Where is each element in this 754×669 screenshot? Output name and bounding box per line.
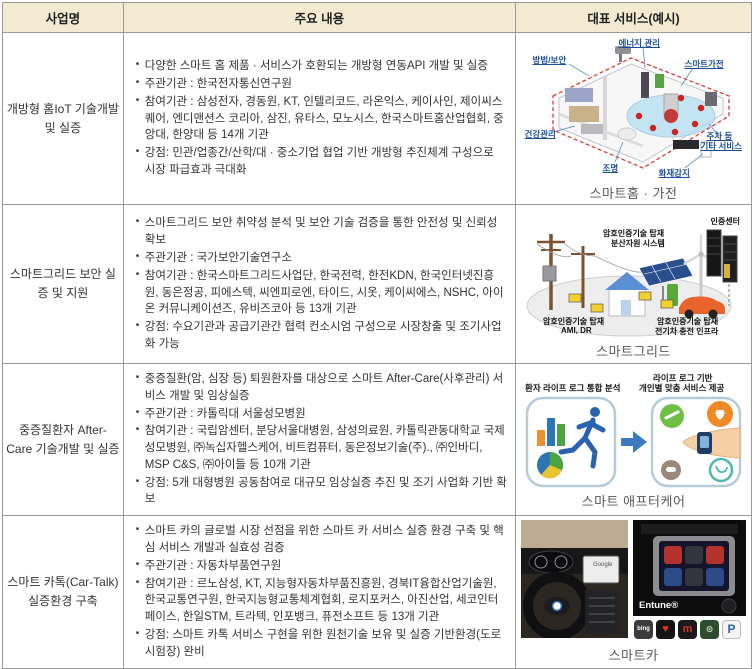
bullet-item: 주관기관 : 국가보안기술연구소	[136, 250, 507, 267]
label-fire: 화재감지	[659, 167, 690, 179]
car-screen-text: Google	[593, 562, 612, 568]
app-icon-row: bing ♥ m ⊙ P	[634, 620, 741, 639]
bullet-list: 스마트 카의 글로벌 시장 선점을 위한 스마트 카 서비스 실증 환경 구축 …	[136, 523, 507, 660]
label-lighting: 조명	[603, 162, 619, 174]
project-details: 스마트그리드 보안 취약성 분석 및 보안 기술 검증을 통한 안전성 및 신뢰…	[123, 205, 515, 364]
table-row-home-iot: 개방형 홈IoT 기술개발 및 실증 다양한 스마트 홈 제품 · 서비스가 호…	[3, 33, 752, 205]
bullet-item: 강점: 5개 대형병원 공동참여로 대규모 임상실증 추진 및 조기 사업화 기…	[136, 475, 507, 509]
smart-car-illustration: Google	[521, 520, 746, 644]
bmw-roundel-icon	[553, 601, 562, 610]
bullet-item: 강점: 수요기관과 공급기관간 협력 컨소시엄 구성으로 시장창출 및 조기사업…	[136, 319, 507, 353]
label-lifelog-analysis: 환자 라이프 로그 통합 분석	[525, 382, 620, 394]
pandora-app-icon: P	[722, 620, 741, 639]
bullet-list: 스마트그리드 보안 취약성 분석 및 보안 기술 검증을 통한 안전성 및 신뢰…	[136, 215, 507, 352]
project-details: 중증질환(암, 심장 등) 퇴원환자를 대상으로 스마트 After-Care(…	[123, 364, 515, 516]
bullet-item: 주관기관 : 카톨릭대 서울성모병원	[136, 406, 507, 423]
project-table: 사업명 주요 내용 대표 서비스(예시) 개방형 홈IoT 기술개발 및 실증 …	[2, 2, 752, 669]
smart-grid-illustration: 인증센터 암호인증기술 탑재 분산자원 시스템 암호인증기술 탑재 AMI, D…	[521, 208, 746, 340]
label-cert-center: 인증센터	[711, 216, 740, 227]
movietickets-app-icon: m	[678, 620, 697, 639]
image-caption: 스마트카	[516, 645, 751, 664]
header-row: 사업명 주요 내용 대표 서비스(예시)	[3, 3, 752, 33]
car-dashboard-photo: Google	[521, 520, 628, 638]
table-row-aftercare: 중증질환자 After-Care 기술개발 및 실증 중증질환(암, 심장 등)…	[3, 364, 752, 516]
bullet-item: 강점: 민관/업종간/산학/대 · 중소기업 협업 기반 개방형 추진체계 구성…	[136, 145, 507, 179]
aftercare-illustration: 환자 라이프 로그 통합 분석 라이프 로그 기반 개인별 맞춤 서비스 제공	[521, 370, 746, 490]
label-ami-2: AMI, DR	[561, 326, 592, 335]
iheartradio-app-icon: ♥	[656, 620, 675, 639]
bullet-item: 스마트그리드 보안 취약성 분석 및 보안 기술 검증을 통한 안전성 및 신뢰…	[136, 215, 507, 249]
bullet-item: 다양한 스마트 홈 제품 · 서비스가 호환되는 개방형 연동API 개발 및 …	[136, 58, 507, 75]
bullet-item: 참여기관 : 국립암센터, 분당서울대병원, 삼성의료원, 카톨릭관동대학교 국…	[136, 423, 507, 473]
bullet-item: 참여기관 : 르노삼성, KT, 지능형자동차부품진흥원, 경북IT융합산업기술…	[136, 576, 507, 626]
bing-app-icon: bing	[634, 620, 653, 639]
service-example-cell: 방범/보안 에너지 관리 스마트가전 건강관리 조명 주차 등 기타 서비스 화…	[516, 33, 752, 205]
label-parking-2: 기타 서비스	[701, 140, 742, 152]
opentable-app-icon: ⊙	[700, 620, 719, 639]
service-example-cell: Google	[516, 516, 752, 668]
image-caption: 스마트 애프터케어	[516, 491, 751, 510]
label-security: 방범/보안	[533, 54, 567, 66]
smart-home-illustration: 방범/보안 에너지 관리 스마트가전 건강관리 조명 주차 등 기타 서비스 화…	[523, 36, 745, 182]
label-personalized-2: 개인별 맞춤 서비스 제공	[639, 382, 724, 394]
entune-brand-label: Entune®	[639, 600, 678, 611]
bullet-list: 중증질환(암, 심장 등) 퇴원환자를 대상으로 스마트 After-Care(…	[136, 371, 507, 508]
bullet-item: 스마트 카의 글로벌 시장 선점을 위한 스마트 카 서비스 실증 환경 구축 …	[136, 523, 507, 557]
bullet-item: 주관기관 : 한국전자통신연구원	[136, 76, 507, 93]
header-service: 대표 서비스(예시)	[516, 3, 752, 33]
bullet-item: 참여기관 : 한국스마트그리드사업단, 한국전력, 한전KDN, 한국인터넷진흥…	[136, 268, 507, 318]
header-content: 주요 내용	[123, 3, 515, 33]
header-business: 사업명	[3, 3, 124, 33]
aftercare-image	[521, 394, 746, 490]
image-caption: 스마트그리드	[516, 341, 751, 360]
bullet-item: 중증질환(암, 심장 등) 퇴원환자를 대상으로 스마트 After-Care(…	[136, 371, 507, 405]
label-health: 건강관리	[525, 128, 556, 140]
label-energy: 에너지 관리	[619, 37, 660, 49]
project-name: 개방형 홈IoT 기술개발 및 실증	[3, 33, 124, 205]
table-row-car-talk: 스마트 카톡(Car-Talk) 실증환경 구축 스마트 카의 글로벌 시장 선…	[3, 516, 752, 668]
service-example-cell: 인증센터 암호인증기술 탑재 분산자원 시스템 암호인증기술 탑재 AMI, D…	[516, 205, 752, 364]
project-details: 다양한 스마트 홈 제품 · 서비스가 호환되는 개방형 연동API 개발 및 …	[123, 33, 515, 205]
entune-console-photo: Entune®	[633, 520, 746, 616]
project-details: 스마트 카의 글로벌 시장 선점을 위한 스마트 카 서비스 실증 환경 구축 …	[123, 516, 515, 668]
bullet-list: 다양한 스마트 홈 제품 · 서비스가 호환되는 개방형 연동API 개발 및 …	[136, 58, 507, 178]
label-distributed-2: 분산자원 시스템	[611, 238, 665, 249]
service-example-cell: 환자 라이프 로그 통합 분석 라이프 로그 기반 개인별 맞춤 서비스 제공	[516, 364, 752, 516]
image-caption: 스마트홈 · 가전	[516, 183, 751, 202]
bullet-item: 강점: 스마트 카톡 서비스 구현을 위한 원천기술 보유 및 실증 기반환경(…	[136, 627, 507, 661]
project-name: 중증질환자 After-Care 기술개발 및 실증	[3, 364, 124, 516]
table-row-smart-grid: 스마트그리드 보안 실증 및 지원 스마트그리드 보안 취약성 분석 및 보안 …	[3, 205, 752, 364]
project-name: 스마트그리드 보안 실증 및 지원	[3, 205, 124, 364]
project-name: 스마트 카톡(Car-Talk) 실증환경 구축	[3, 516, 124, 668]
label-appliance: 스마트가전	[685, 58, 724, 70]
bullet-item: 주관기관 : 자동차부품연구원	[136, 558, 507, 575]
label-ev-2: 전기차 충전 인프라	[655, 326, 718, 337]
bullet-item: 참여기관 : 삼성전자, 경동원, KT, 인텔리코드, 라온익스, 케이사인,…	[136, 94, 507, 144]
